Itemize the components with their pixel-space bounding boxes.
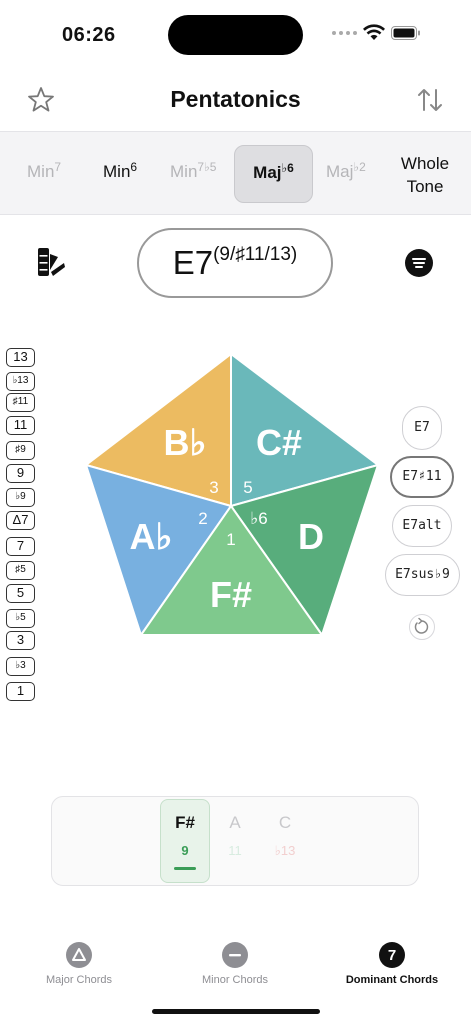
strip-degree-2: 11 [228,843,242,858]
major-triangle-icon [66,942,92,968]
home-indicator [152,1009,320,1014]
interval-s5[interactable]: ♯5 [6,561,35,580]
tab-major-label: Major Chords [45,974,113,986]
strip-underline [174,867,196,870]
tab-min7-sup: 7 [54,160,62,174]
wifi-icon [363,24,385,40]
signal-dots-icon [332,30,357,35]
note-left: A♭ [130,516,173,557]
strip-degree-3: ♭13 [274,843,296,858]
color-palette-icon[interactable] [36,246,68,278]
filter-menu-icon[interactable] [405,249,433,277]
chord-option-e7s11[interactable]: E7♯11 [390,456,454,498]
chord-option-e7susb9[interactable]: E7sus♭9 [385,554,460,596]
interval-b13[interactable]: ♭13 [6,372,35,391]
chord-root: E7 [172,244,214,281]
interval-9[interactable]: 9 [6,464,35,483]
tab-majb6-label: Maj [253,163,282,182]
tab-min6-sup: 6 [130,160,138,174]
note-right: D [298,516,324,557]
tab-major-chords[interactable]: Major Chords [14,942,144,986]
degree-top-right: 5 [243,478,252,497]
degree-bottom: 1 [226,530,235,549]
degree-left: 2 [198,509,207,528]
tab-majb6-sup: ♭6 [281,161,294,175]
dominant-seven-icon: 7 [379,942,405,968]
tab-min6-label: Min [103,162,131,181]
status-icons [332,24,421,41]
interval-b9[interactable]: ♭9 [6,488,35,507]
tab-min7b5-sup: 7♭5 [197,160,217,174]
tab-majb2-label: Maj [326,162,354,181]
tab-whole-tone[interactable]: Whole Tone [398,152,452,198]
tab-majb6[interactable]: Maj♭6 [234,145,313,203]
interval-b3[interactable]: ♭3 [6,657,35,676]
note-strip-selected[interactable] [160,799,210,883]
dominant-glyph: 7 [388,947,396,964]
note-top-left: B♭ [164,422,207,463]
chord-extensions: (9/♯11/13) [213,244,298,265]
status-time: 06:26 [62,24,116,46]
pentatonic-pentagon: B♭ C# A♭ D F# 3 5 2 ♭6 1 [83,352,381,638]
chord-option-e7alt[interactable]: E7alt [392,505,452,547]
note-bottom: F# [210,574,252,615]
degree-top-left: 3 [209,478,218,497]
chord-option-e7[interactable]: E7 [402,406,442,450]
tab-majb2-sup: ♭2 [353,160,366,174]
tab-dominant-label: Dominant Chords [345,974,439,986]
degree-right: ♭6 [250,509,267,528]
interval-11[interactable]: 11 [6,416,35,435]
strip-note-2[interactable]: A [210,813,260,833]
minor-dash-icon [222,942,248,968]
battery-icon [391,25,420,40]
page-title: Pentatonics [170,86,301,112]
tab-min7b5[interactable]: Min7♭5 [170,160,216,182]
reset-button[interactable] [409,614,435,640]
dynamic-island [168,15,303,55]
tab-min7b5-label: Min [170,162,198,181]
interval-1[interactable]: 1 [6,682,35,701]
strip-note-1: F# [175,813,195,832]
strip-degree-1: 9 [181,843,189,858]
tab-whole-tone-line1: Whole [400,154,450,173]
sort-arrows-icon[interactable] [416,86,444,114]
interval-b5[interactable]: ♭5 [6,609,35,628]
tab-minor-label: Minor Chords [201,974,269,986]
strip-note-3[interactable]: C [260,813,310,833]
current-chord-button[interactable]: E7(9/♯11/13) [137,228,333,298]
tab-minor-chords[interactable]: Minor Chords [170,942,300,986]
interval-13[interactable]: 13 [6,348,35,367]
tab-dominant-chords[interactable]: 7 Dominant Chords [327,942,457,986]
note-strip [51,796,419,886]
tab-min7-label: Min [27,162,55,181]
tab-min6[interactable]: Min6 [103,160,137,182]
interval-s11[interactable]: ♯11 [6,393,35,412]
tab-min7[interactable]: Min7 [27,160,61,182]
tab-majb2[interactable]: Maj♭2 [326,160,366,182]
reset-icon [414,617,429,634]
note-top-right: C# [256,422,302,463]
interval-maj7[interactable]: Δ7 [6,511,35,530]
interval-3[interactable]: 3 [6,631,35,650]
interval-7[interactable]: 7 [6,537,35,556]
tab-whole-tone-line2: Tone [406,177,444,196]
interval-5[interactable]: 5 [6,584,35,603]
scale-tabs-bar: Min7 Min6 Min7♭5 Maj♭6 Maj♭2 Whole Tone [0,131,471,215]
interval-s9[interactable]: ♯9 [6,441,35,460]
